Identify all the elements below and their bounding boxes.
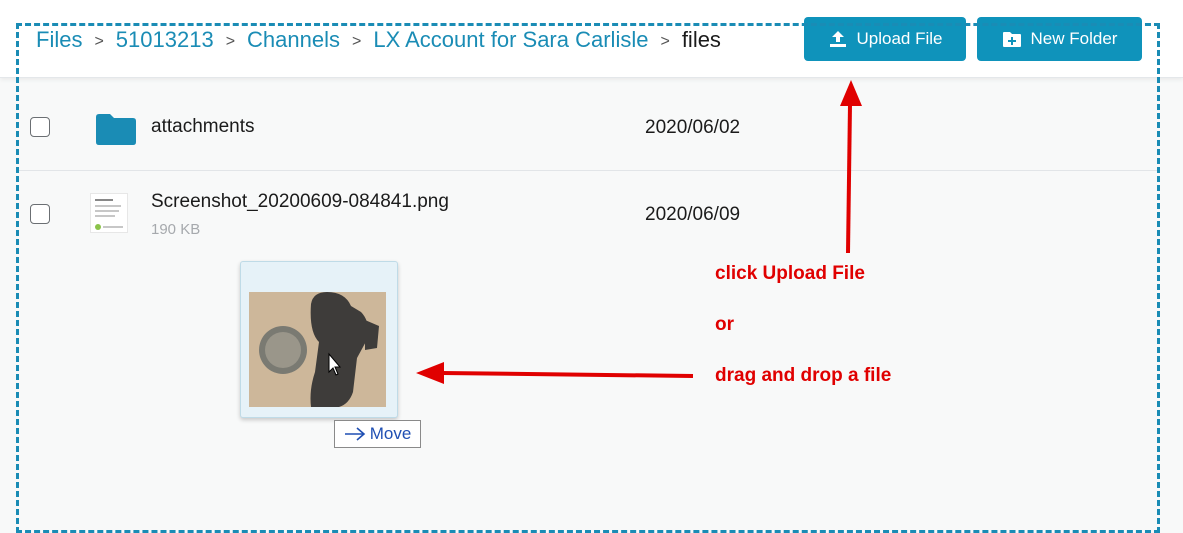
annotation-arrow-left — [416, 362, 694, 384]
annotation-arrows — [416, 80, 862, 384]
annotation-arrow-up — [840, 80, 862, 254]
